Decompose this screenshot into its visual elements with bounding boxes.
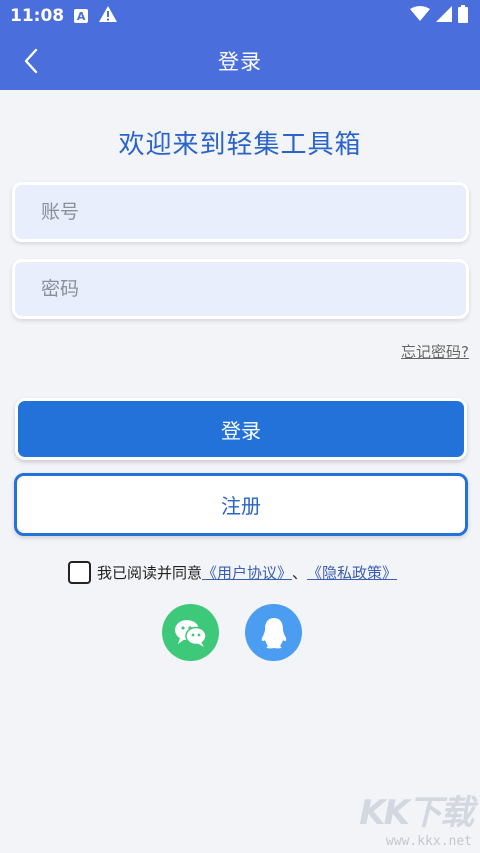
qq-icon: [261, 617, 286, 648]
agreement-row: 我已阅读并同意 《用户协议》 、 《隐私政策》: [68, 560, 397, 584]
wifi-icon: [410, 6, 430, 26]
status-bar-right: [410, 5, 468, 27]
agreement-prefix: 我已阅读并同意: [97, 563, 203, 582]
password-input[interactable]: [41, 278, 466, 300]
qq-login-button[interactable]: [245, 604, 302, 661]
privacy-policy-link[interactable]: 《隐私政策》: [307, 562, 397, 583]
status-bar-left: 11:08 A: [10, 5, 118, 28]
forgot-password-link[interactable]: 忘记密码?: [401, 341, 469, 362]
watermark-url: www.kkx.net: [385, 834, 472, 849]
status-bar: 11:08 A: [0, 0, 480, 32]
account-input[interactable]: [41, 201, 466, 223]
app-header: 登录: [0, 32, 480, 90]
watermark-logo: KK下载: [359, 793, 474, 833]
user-agreement-link[interactable]: 《用户协议》: [202, 562, 292, 583]
back-button[interactable]: [14, 44, 48, 78]
agreement-separator: 、: [292, 563, 308, 582]
warning-icon: [98, 5, 118, 28]
register-button[interactable]: 注册: [14, 473, 468, 536]
account-field[interactable]: [12, 182, 469, 242]
status-time: 11:08: [10, 6, 65, 26]
watermark: KK下载 www.kkx.net: [359, 785, 474, 849]
font-a-icon: A: [74, 9, 89, 23]
wechat-icon: [174, 619, 207, 647]
agreement-checkbox[interactable]: [68, 560, 91, 584]
battery-icon: [458, 5, 468, 27]
signal-icon: [436, 6, 452, 26]
page-title: 登录: [218, 50, 262, 74]
chevron-left-icon: [24, 48, 38, 74]
password-field[interactable]: [12, 259, 469, 319]
login-button[interactable]: 登录: [15, 398, 467, 460]
welcome-heading: 欢迎来到轻集工具箱: [118, 130, 362, 160]
wechat-login-button[interactable]: [162, 604, 219, 661]
